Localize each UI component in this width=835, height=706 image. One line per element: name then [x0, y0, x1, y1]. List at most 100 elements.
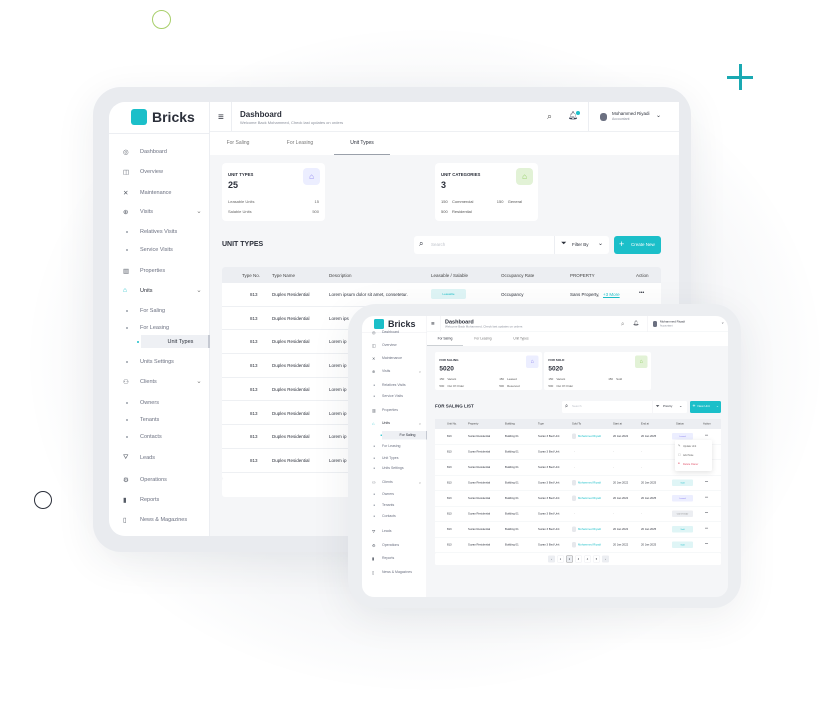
page-button[interactable]: 5 — [593, 555, 600, 563]
sidebar-item-for-leasing[interactable]: For Leasing — [109, 321, 210, 334]
chevron-down-icon[interactable]: ⌄ — [418, 479, 422, 484]
sold-to-link[interactable]: Mohammed Riyadi — [578, 544, 601, 547]
chevron-down-icon[interactable]: ⌄ — [721, 320, 724, 325]
search-box[interactable]: ⌕ Search ⏷ Priority ⌄ — [562, 401, 687, 413]
menu-item-delete-owner[interactable]: ● Delete Owner — [675, 461, 712, 469]
table-row[interactable]: 813 Suzan Residential Building 01 Suzan 3 B… — [435, 522, 721, 538]
table-row[interactable]: 813 Suzan Residential Building 01 Suzan 3 B… — [435, 506, 721, 522]
table-row[interactable]: 813 Suzan Residential Building 01 Suzan 3 B… — [435, 475, 721, 491]
sidebar-item-properties[interactable]: ▥ Properties — [362, 406, 427, 414]
sidebar-item-units-settings[interactable]: Units Settings — [362, 464, 427, 472]
table-row[interactable]: 813 Suzan Residential Building 01 Suzan 3 B… — [435, 491, 721, 507]
sidebar-item-clients[interactable]: ⚇ Clients ⌄ — [362, 478, 427, 486]
sidebar-item-overview[interactable]: ◫ Overview — [362, 341, 427, 349]
chevron-down-icon[interactable]: ⌄ — [196, 286, 202, 294]
action-menu-button[interactable]: ••• — [705, 543, 708, 546]
sidebar-item-visits[interactable]: ⊕ Visits ⌄ — [109, 205, 210, 218]
sidebar-item-units[interactable]: ⌂ Units ⌄ — [362, 419, 427, 427]
search-icon[interactable]: ⌕ — [621, 320, 624, 328]
sidebar-item-visits[interactable]: ⊕ Visits ⌄ — [362, 367, 427, 375]
tab-for-leasing[interactable]: For Leasing — [272, 132, 328, 155]
search-box[interactable]: ⌕ Search ⏷ Filter By ⌄ — [414, 236, 609, 254]
sidebar-item-reports[interactable]: ▮ Reports — [109, 493, 210, 506]
page-button[interactable]: 2 — [566, 555, 573, 563]
chevron-down-icon[interactable]: ⌄ — [196, 207, 202, 215]
priority-dropdown[interactable]: Priority — [663, 405, 672, 408]
next-page-button[interactable]: › — [602, 555, 609, 563]
chevron-down-icon[interactable]: ⌄ — [196, 377, 202, 385]
sidebar-item-maintenance[interactable]: ✕ Maintenance — [362, 354, 427, 362]
chevron-down-icon[interactable]: ⌄ — [656, 112, 661, 119]
sidebar-item-news-magazines[interactable]: ▯ News & Magazines — [362, 568, 427, 576]
sidebar-item-properties[interactable]: ▥ Properties — [109, 264, 210, 277]
action-menu-button[interactable]: ••• — [705, 527, 708, 530]
menu-item-add-note[interactable]: ▢ Add Note — [675, 452, 712, 460]
sidebar-item-operations[interactable]: ⚙ Operations — [109, 473, 210, 486]
more-link[interactable]: +3 More — [603, 292, 620, 297]
sidebar-item-owners[interactable]: Owners — [362, 490, 427, 498]
sidebar-item-unit-types[interactable]: Unit Types — [137, 335, 210, 349]
page-button[interactable]: 3 — [575, 555, 582, 563]
sidebar-item-clients[interactable]: ⚇ Clients ⌄ — [109, 375, 210, 388]
sidebar-item-maintenance[interactable]: ✕ Maintenance — [109, 186, 210, 199]
chevron-down-icon[interactable]: ⌄ — [418, 368, 422, 373]
action-menu-button[interactable]: ••• — [705, 496, 708, 499]
sidebar-item-relatives-visits[interactable]: Relatives Visits — [362, 381, 427, 389]
units-icon: ⌂ — [372, 420, 375, 426]
sidebar-item-dashboard[interactable]: ◎ Dashboard — [362, 328, 427, 336]
sold-to-link[interactable]: Mohammed Riyadi — [578, 497, 601, 500]
sidebar-item-overview[interactable]: ◫ Overview — [109, 165, 210, 178]
action-menu-button[interactable]: ••• — [639, 290, 644, 296]
table-row[interactable]: 813 Suzan Residential Building 01 Suzan 3 B… — [435, 537, 721, 553]
sidebar-item-owners[interactable]: Owners — [109, 396, 210, 409]
tab-for-saling[interactable]: For Saling — [210, 132, 266, 155]
sidebar-item-units-settings[interactable]: Units Settings — [109, 355, 210, 368]
sold-to-link[interactable]: Mohammed Riyadi — [578, 435, 601, 438]
tab-for-leasing[interactable]: For Leasing — [465, 332, 501, 346]
search-icon[interactable]: ⌕ — [547, 111, 552, 122]
page-button[interactable]: 1 — [557, 555, 564, 563]
sidebar-item-tenants[interactable]: Tenants — [109, 413, 210, 426]
menu-icon[interactable]: ≡ — [431, 320, 435, 327]
sidebar-item-relatives-visits[interactable]: Relatives Visits — [109, 225, 210, 238]
menu-icon[interactable]: ≡ — [218, 112, 224, 123]
prev-page-button[interactable]: ‹ — [548, 555, 555, 563]
menu-item-update-unit[interactable]: ✎ Update Unit — [675, 443, 712, 451]
search-input[interactable]: Search — [572, 405, 582, 408]
bullet-icon — [373, 493, 375, 496]
sidebar-item-news-magazines[interactable]: ▯ News & Magazines — [109, 513, 210, 526]
sidebar-item-for-saling[interactable]: For Saling — [380, 431, 427, 440]
search-input[interactable]: Search — [431, 242, 445, 247]
sidebar-item-leads[interactable]: ⛛ Leads — [109, 451, 210, 464]
tab-unit-types[interactable]: Unit Types — [503, 332, 539, 346]
notification-bell-icon[interactable]: 🔔︎ — [633, 321, 639, 327]
sidebar-item-operations[interactable]: ⚙ Operations — [362, 541, 427, 549]
avatar[interactable] — [600, 113, 607, 121]
sold-to-link[interactable]: Mohammed Riyadi — [578, 482, 601, 485]
sidebar-item-for-leasing[interactable]: For Leasing — [362, 442, 427, 450]
filter-dropdown[interactable]: Filter By — [572, 242, 589, 247]
sidebar-item-reports[interactable]: ▮ Reports — [362, 554, 427, 562]
sidebar-item-for-saling[interactable]: For Saling — [109, 304, 210, 317]
tab-for-saling[interactable]: For Saling — [427, 332, 463, 346]
sidebar-item-contacts[interactable]: Contacts — [109, 430, 210, 443]
avatar[interactable] — [653, 321, 657, 327]
sidebar-item-units[interactable]: ⌂ Units ⌄ — [109, 284, 210, 297]
sold-to-link[interactable]: Mohammed Riyadi — [578, 528, 601, 531]
page-button[interactable]: 4 — [584, 555, 591, 563]
create-new-button[interactable]: + Create New — [614, 236, 661, 254]
sidebar-item-tenants[interactable]: Tenants — [362, 501, 427, 509]
action-menu-button[interactable]: ••• — [705, 434, 708, 437]
action-menu-button[interactable]: ••• — [705, 512, 708, 515]
chevron-down-icon[interactable]: ⌄ — [418, 420, 422, 425]
sidebar-item-service-visits[interactable]: Service Visits — [109, 243, 210, 256]
new-unit-button[interactable]: + New Unit ⌄ — [690, 401, 721, 413]
sidebar-item-contacts[interactable]: Contacts — [362, 512, 427, 520]
sidebar-item-unit-types[interactable]: Unit Types — [362, 454, 427, 462]
tab-unit-types[interactable]: Unit Types — [334, 132, 390, 155]
action-menu-button[interactable]: ••• — [705, 481, 708, 484]
sidebar-item-leads[interactable]: ⛛ Leads — [362, 527, 427, 535]
sidebar-item-service-visits[interactable]: Service Visits — [362, 392, 427, 400]
notification-bell-icon[interactable]: 🔔︎ — [568, 111, 581, 120]
sidebar-item-dashboard[interactable]: ◎ Dashboard — [109, 145, 210, 158]
